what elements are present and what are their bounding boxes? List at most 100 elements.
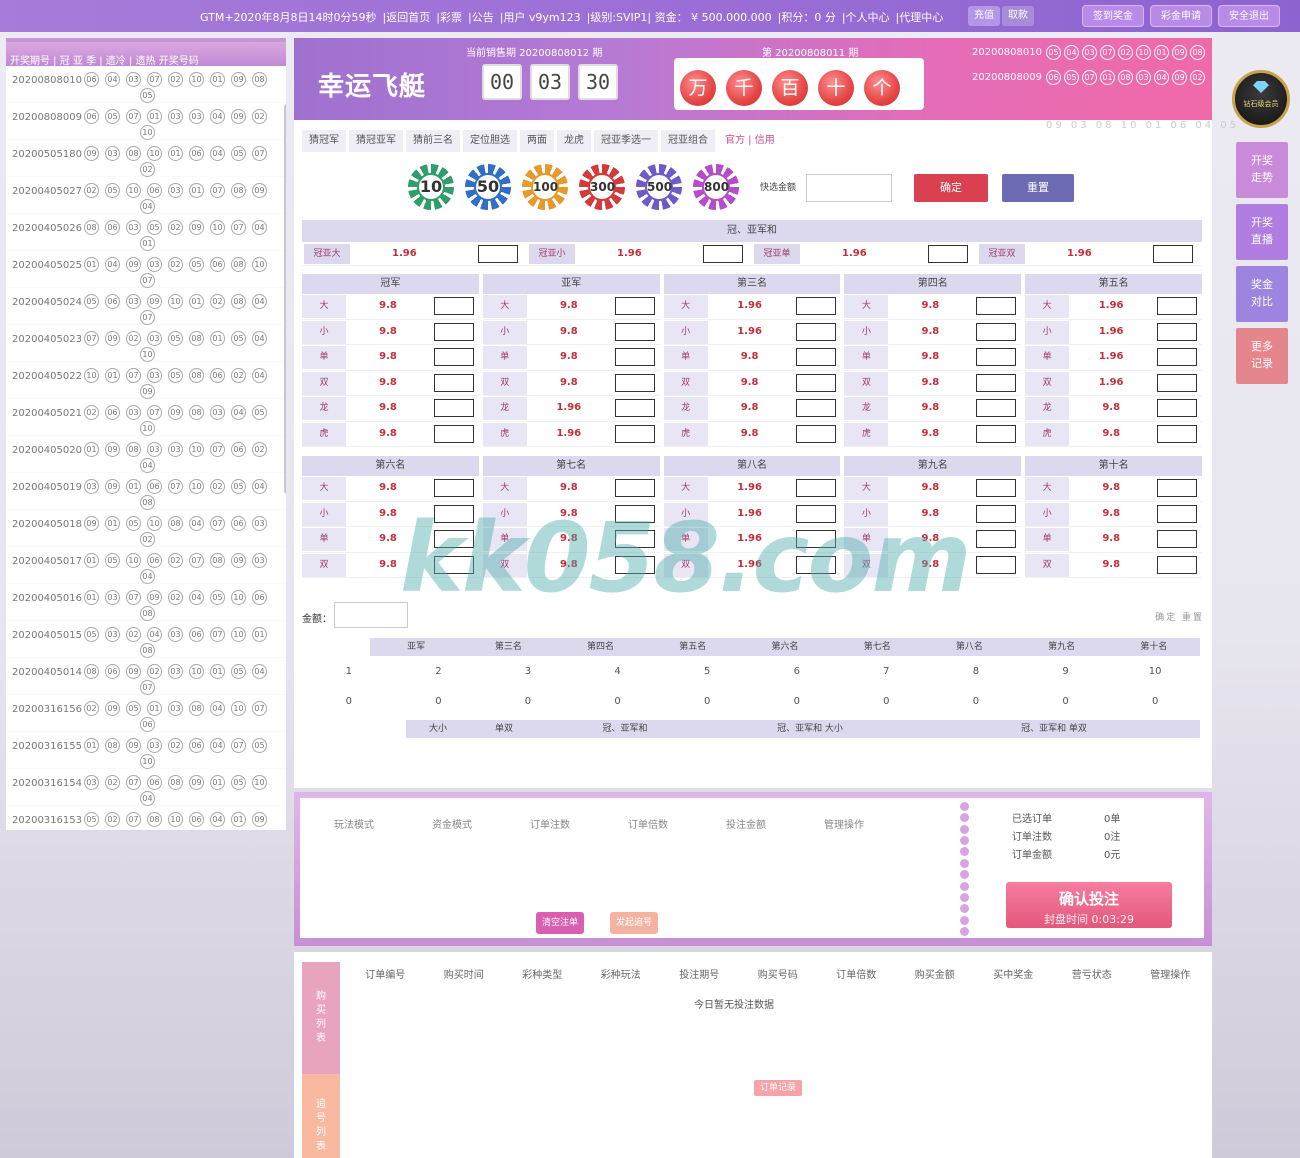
bet-amount-input[interactable] [795,297,836,315]
recharge-button[interactable]: 充值 [968,6,1000,26]
bet-amount-input[interactable] [795,373,836,392]
chip-10[interactable]: 10 [408,164,454,210]
bet-amount-input[interactable] [614,373,655,392]
confirm-bet-button[interactable]: 确认投注 封盘时间 0:03:29 [1006,882,1172,928]
bet-amount-input[interactable] [614,530,655,548]
chip-800[interactable]: 800 [693,164,739,210]
bet-amount-input[interactable] [976,530,1017,548]
bet-amount-input[interactable] [434,479,474,497]
top-info-item[interactable]: |彩票 [436,11,462,24]
bet-amount-input[interactable] [795,424,836,443]
bet-amount-input[interactable] [795,348,836,366]
bet-amount-input[interactable] [928,245,968,263]
bet-amount-input[interactable] [1157,424,1198,443]
bet-amount-input[interactable] [1157,322,1198,341]
amount-input[interactable] [334,602,408,628]
confirm-reset-links[interactable]: 确定 重置 [1155,610,1204,623]
tab-0[interactable]: 猜冠军 [302,130,346,152]
tab-3[interactable]: 定位胆选 [463,130,517,152]
bet-amount-input[interactable] [1157,555,1198,574]
bet-amount-input[interactable] [976,322,1017,341]
bet-amount-input[interactable] [614,479,655,497]
top-info-item[interactable]: |代理中心 [896,11,944,24]
bet-amount-input[interactable] [976,424,1017,443]
logout-button[interactable]: 安全退出 [1218,5,1280,27]
side-button-3[interactable]: 更多 记录 [1236,328,1288,384]
bet-amount-input[interactable] [1157,399,1198,417]
bet-amount-input[interactable] [795,322,836,341]
tab-5[interactable]: 龙虎 [557,130,591,152]
sum-section-title: 冠、亚军和 [302,220,1202,242]
bet-amount-input[interactable] [614,504,655,523]
bet-amount-input[interactable] [434,348,474,366]
bet-amount-input[interactable] [434,424,474,443]
bet-amount-input[interactable] [795,479,836,497]
withdraw-button[interactable]: 取款 [1002,6,1034,26]
tab-track-list[interactable]: 追号列表 [302,1074,340,1158]
bet-amount-input[interactable] [795,530,836,548]
bet-amount-input[interactable] [614,555,655,574]
bet-amount-input[interactable] [1153,245,1193,263]
bet-amount-input[interactable] [478,245,518,263]
bet-amount-input[interactable] [614,322,655,341]
bet-amount-input[interactable] [976,555,1017,574]
bet-amount-input[interactable] [976,348,1017,366]
signin-bonus-button[interactable]: 签到奖金 [1082,5,1144,27]
order-record-button[interactable]: 订单记录 [754,1080,803,1096]
clear-orders-button[interactable]: 清空注单 [536,912,585,934]
bet-amount-input[interactable] [1157,530,1198,548]
side-button-2[interactable]: 奖金 对比 [1236,266,1288,322]
bet-amount-input[interactable] [703,245,743,263]
bet-amount-input[interactable] [434,373,474,392]
tab-2[interactable]: 猜前三名 [406,130,460,152]
bet-amount-input[interactable] [614,297,655,315]
chip-300[interactable]: 300 [579,164,625,210]
track-number-button[interactable]: 发起追号 [610,912,659,934]
tab-purchase-list[interactable]: 购买列表 [302,962,340,1074]
counter-head: 第五名 [679,642,707,652]
top-info-item[interactable]: |返回首页 [383,11,431,24]
bet-amount-input[interactable] [434,297,474,315]
tab-4[interactable]: 两面 [520,130,554,152]
chip-500[interactable]: 500 [636,164,682,210]
bet-amount-input[interactable] [1157,348,1198,366]
bet-amount-input[interactable] [976,399,1017,417]
bet-amount-input[interactable] [1157,373,1198,392]
quick-amount-input[interactable] [806,174,892,202]
tab-6[interactable]: 冠亚季选一 [594,130,658,152]
bet-amount-input[interactable] [1157,504,1198,523]
top-info-item[interactable]: |用户 v9ym123 [500,11,581,24]
side-button-1[interactable]: 开奖 直播 [1236,204,1288,260]
tab-8[interactable]: 官方 | 信用 [718,130,782,152]
bet-amount-input[interactable] [434,399,474,417]
bet-amount-input[interactable] [976,373,1017,392]
bet-amount-input[interactable] [976,504,1017,523]
bet-amount-input[interactable] [434,555,474,574]
bet-amount-input[interactable] [795,399,836,417]
top-info-item[interactable]: |公告 [468,11,494,24]
bet-amount-input[interactable] [795,555,836,574]
tab-1[interactable]: 猜冠亚军 [349,130,403,152]
bet-amount-input[interactable] [1157,479,1198,497]
top-info-item[interactable]: |个人中心 [842,11,890,24]
side-button-0[interactable]: 开奖 走势 [1236,142,1288,198]
bet-amount-input[interactable] [976,479,1017,497]
bet-amount-input[interactable] [976,297,1017,315]
history-scrollbar[interactable] [284,104,286,494]
period-id: 20200405025 [12,260,82,271]
bonus-apply-button[interactable]: 彩金申请 [1150,5,1212,27]
number-ball: 07 [189,553,204,568]
confirm-button[interactable]: 确定 [914,174,988,202]
bet-amount-input[interactable] [434,322,474,341]
bet-amount-input[interactable] [795,504,836,523]
reset-button[interactable]: 重置 [1002,174,1074,202]
bet-amount-input[interactable] [614,399,655,417]
bet-amount-input[interactable] [434,504,474,523]
chip-100[interactable]: 100 [522,164,568,210]
bet-amount-input[interactable] [614,348,655,366]
chip-50[interactable]: 50 [465,164,511,210]
tab-7[interactable]: 冠亚组合 [661,130,715,152]
bet-amount-input[interactable] [614,424,655,443]
bet-amount-input[interactable] [434,530,474,548]
bet-amount-input[interactable] [1157,297,1198,315]
